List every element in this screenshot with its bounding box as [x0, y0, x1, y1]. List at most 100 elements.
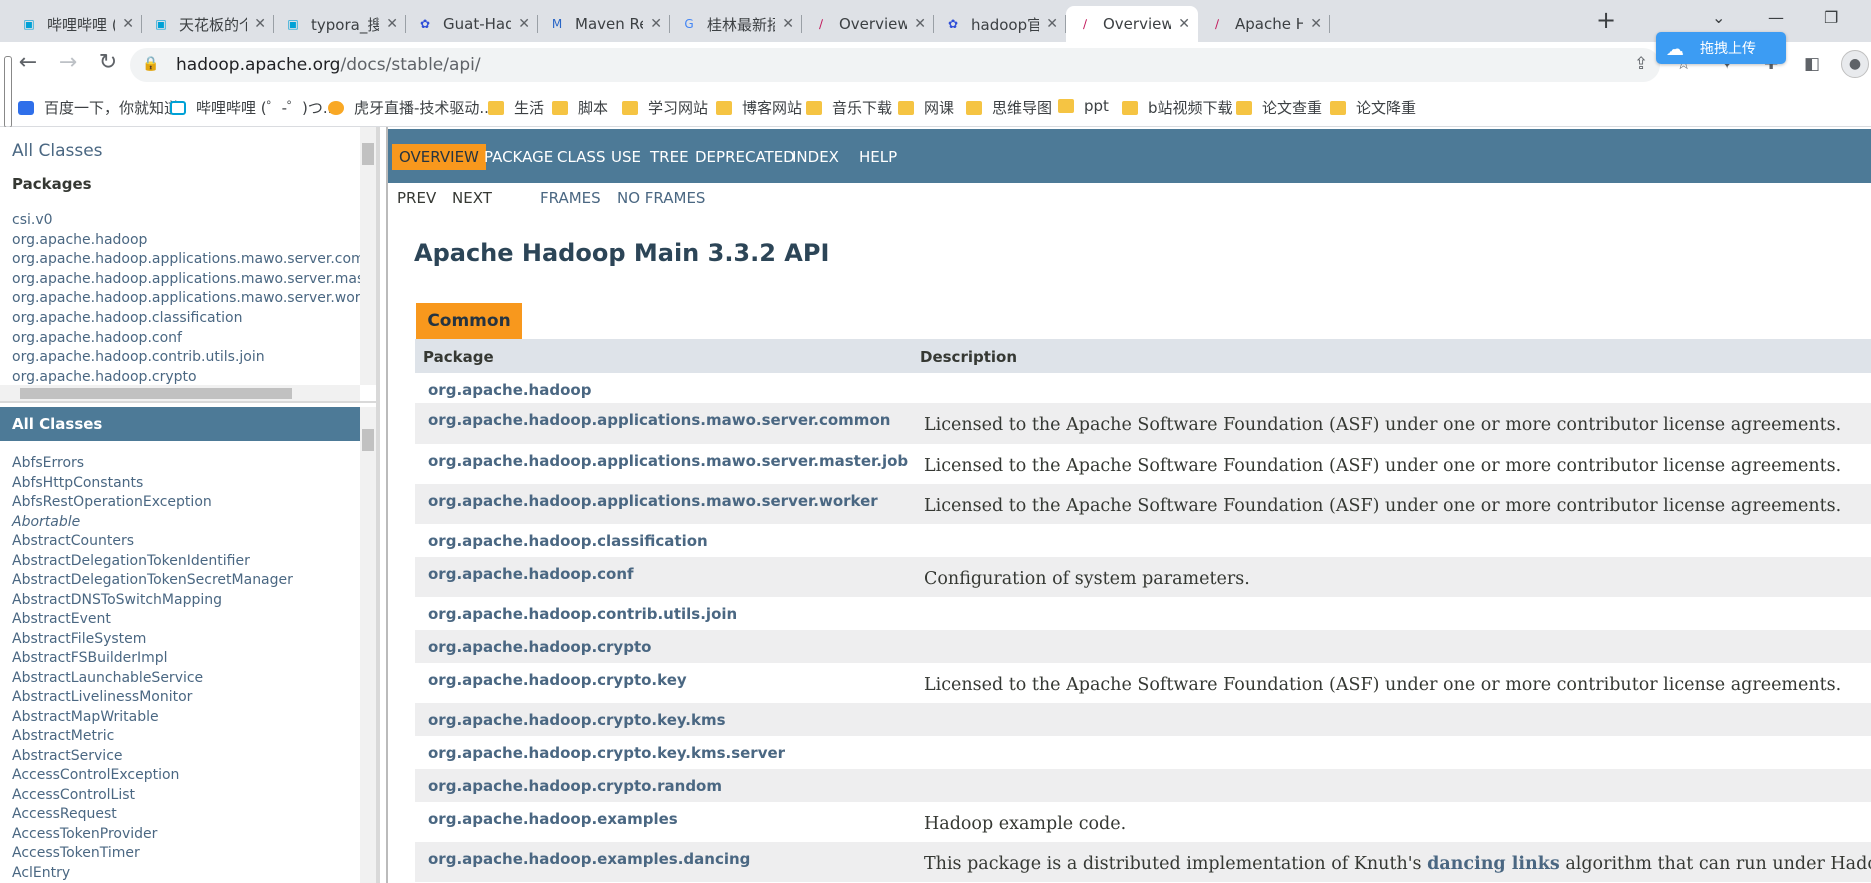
- package-link[interactable]: csi.v0: [12, 211, 376, 231]
- package-link[interactable]: org.apache.hadoop.applications.mawo.serv…: [12, 250, 376, 270]
- close-icon[interactable]: ✕: [1046, 16, 1058, 32]
- package-link[interactable]: org.apache.hadoop.applications.mawo.serv…: [12, 289, 376, 309]
- package-name-link[interactable]: org.apache.hadoop.examples.dancing: [428, 850, 750, 868]
- chevron-down-icon[interactable]: ⌄: [1712, 8, 1725, 27]
- side-handle[interactable]: [4, 56, 12, 128]
- close-icon[interactable]: ✕: [1178, 16, 1190, 32]
- class-link[interactable]: AccessRequest: [12, 805, 293, 825]
- packages-vscrollbar[interactable]: [360, 127, 376, 385]
- class-link[interactable]: AbstractMetric: [12, 727, 293, 747]
- minimize-icon[interactable]: —: [1768, 8, 1784, 27]
- package-name-link[interactable]: org.apache.hadoop.crypto.key.kms.server: [428, 744, 785, 762]
- close-icon[interactable]: ✕: [650, 16, 662, 32]
- package-name-link[interactable]: org.apache.hadoop.applications.mawo.serv…: [428, 492, 878, 510]
- class-link[interactable]: AbstractDelegationTokenSecretManager: [12, 571, 293, 591]
- package-link[interactable]: org.apache.hadoop.applications.mawo.serv…: [12, 270, 376, 290]
- class-link[interactable]: AccessControlException: [12, 766, 293, 786]
- class-link[interactable]: AccessTokenTimer: [12, 844, 293, 864]
- browser-tab[interactable]: ∕ Overview (✕: [802, 6, 934, 42]
- bookmark-item[interactable]: 哔哩哔哩 (゜-゜)つ...: [170, 97, 337, 118]
- browser-tab[interactable]: ▣ 天花板的个 ✕: [142, 6, 274, 42]
- class-link[interactable]: AclEntry: [12, 864, 293, 883]
- bookmark-item[interactable]: 虎牙直播-技术驱动...: [328, 97, 494, 118]
- class-link[interactable]: AbstractEvent: [12, 610, 293, 630]
- nav-use[interactable]: USE: [604, 144, 648, 170]
- bookmark-item[interactable]: b站视频下载: [1122, 97, 1233, 118]
- close-icon[interactable]: ✕: [518, 16, 530, 32]
- share-icon[interactable]: ⇪: [1634, 54, 1648, 74]
- package-name-link[interactable]: org.apache.hadoop.applications.mawo.serv…: [428, 411, 890, 429]
- package-link[interactable]: org.apache.hadoop.conf: [12, 329, 376, 349]
- browser-tab[interactable]: ✿ hadoop官 ✕: [934, 6, 1066, 42]
- package-name-link[interactable]: org.apache.hadoop: [428, 381, 591, 399]
- bookmark-item[interactable]: 思维导图: [966, 97, 1052, 118]
- bookmark-item[interactable]: 百度一下，你就知道: [18, 97, 179, 118]
- bookmark-item[interactable]: 网课: [898, 97, 954, 118]
- nav-index[interactable]: INDEX: [785, 144, 846, 170]
- back-icon[interactable]: ←: [14, 50, 42, 75]
- bookmark-item[interactable]: 论文降重: [1330, 97, 1416, 118]
- profile-avatar[interactable]: ●: [1841, 50, 1869, 78]
- package-name-link[interactable]: org.apache.hadoop.classification: [428, 532, 708, 550]
- bookmark-item[interactable]: 生活: [488, 97, 544, 118]
- class-link[interactable]: AbstractDelegationTokenIdentifier: [12, 552, 293, 572]
- package-link[interactable]: org.apache.hadoop: [12, 231, 376, 251]
- drag-upload-button[interactable]: ☁ 拖拽上传: [1656, 32, 1786, 64]
- package-name-link[interactable]: org.apache.hadoop.applications.mawo.serv…: [428, 452, 908, 470]
- bookmark-item[interactable]: 学习网站: [622, 97, 708, 118]
- bookmark-item[interactable]: 博客网站: [716, 97, 802, 118]
- no-frames-link[interactable]: NO FRAMES: [617, 189, 705, 207]
- class-link[interactable]: AbstractMapWritable: [12, 708, 293, 728]
- classes-vscrollbar[interactable]: [360, 407, 376, 883]
- class-link[interactable]: AbfsErrors: [12, 454, 293, 474]
- dancing-links-link[interactable]: dancing links: [1427, 854, 1560, 874]
- nav-help[interactable]: HELP: [852, 144, 904, 170]
- forward-icon[interactable]: →: [54, 50, 82, 75]
- package-name-link[interactable]: org.apache.hadoop.conf: [428, 565, 634, 583]
- class-link[interactable]: AbfsHttpConstants: [12, 474, 293, 494]
- browser-tab[interactable]: ▣ 哔哩哔哩 (✕: [10, 6, 142, 42]
- frames-link[interactable]: FRAMES: [540, 189, 601, 207]
- close-icon[interactable]: ✕: [254, 16, 266, 32]
- class-link[interactable]: AbstractLaunchableService: [12, 669, 293, 689]
- restore-icon[interactable]: ❐: [1824, 8, 1838, 27]
- new-tab-button[interactable]: +: [1596, 6, 1616, 34]
- close-icon[interactable]: ✕: [386, 16, 398, 32]
- class-link[interactable]: AbstractLivelinessMonitor: [12, 688, 293, 708]
- browser-tab[interactable]: ✿ Guat-Hado ✕: [406, 6, 538, 42]
- package-name-link[interactable]: org.apache.hadoop.crypto.random: [428, 777, 722, 795]
- close-icon[interactable]: ✕: [782, 16, 794, 32]
- nav-package[interactable]: PACKAGE: [477, 144, 560, 170]
- class-link[interactable]: AbstractFileSystem: [12, 630, 293, 650]
- side-panel-icon[interactable]: ◧: [1804, 54, 1820, 74]
- class-link[interactable]: AbstractCounters: [12, 532, 293, 552]
- all-classes-link[interactable]: All Classes: [12, 141, 103, 161]
- browser-tab[interactable]: M Maven Rep ✕: [538, 6, 670, 42]
- class-link[interactable]: AccessTokenProvider: [12, 825, 293, 845]
- class-link[interactable]: AccessControlList: [12, 786, 293, 806]
- class-link[interactable]: Abortable: [12, 513, 293, 533]
- bookmark-item[interactable]: 音乐下载: [806, 97, 892, 118]
- package-name-link[interactable]: org.apache.hadoop.contrib.utils.join: [428, 605, 737, 623]
- class-link[interactable]: AbstractService: [12, 747, 293, 767]
- package-name-link[interactable]: org.apache.hadoop.crypto: [428, 638, 651, 656]
- package-name-link[interactable]: org.apache.hadoop.crypto.key.kms: [428, 711, 726, 729]
- package-link[interactable]: org.apache.hadoop.classification: [12, 309, 376, 329]
- browser-tab[interactable]: ∕ Overview (✕: [1066, 6, 1198, 42]
- class-link[interactable]: AbfsRestOperationException: [12, 493, 293, 513]
- browser-tab[interactable]: G 桂林最新招 ✕: [670, 6, 802, 42]
- browser-tab[interactable]: ∕ Apache Ha ✕: [1198, 6, 1330, 42]
- package-name-link[interactable]: org.apache.hadoop.examples: [428, 810, 678, 828]
- bookmark-item[interactable]: 脚本: [552, 97, 608, 118]
- close-icon[interactable]: ✕: [914, 16, 926, 32]
- package-name-link[interactable]: org.apache.hadoop.crypto.key: [428, 671, 687, 689]
- bookmark-item[interactable]: 论文查重: [1236, 97, 1322, 118]
- address-bar[interactable]: 🔒 hadoop.apache.org/docs/stable/api/: [130, 48, 1660, 82]
- class-link[interactable]: AbstractFSBuilderImpl: [12, 649, 293, 669]
- class-link[interactable]: AbstractDNSToSwitchMapping: [12, 591, 293, 611]
- package-link[interactable]: org.apache.hadoop.contrib.utils.join: [12, 348, 376, 368]
- close-icon[interactable]: ✕: [122, 16, 134, 32]
- packages-hscrollbar[interactable]: [0, 385, 360, 401]
- browser-tab[interactable]: ▣ typora_搜 ✕: [274, 6, 406, 42]
- reload-icon[interactable]: ↻: [94, 50, 122, 75]
